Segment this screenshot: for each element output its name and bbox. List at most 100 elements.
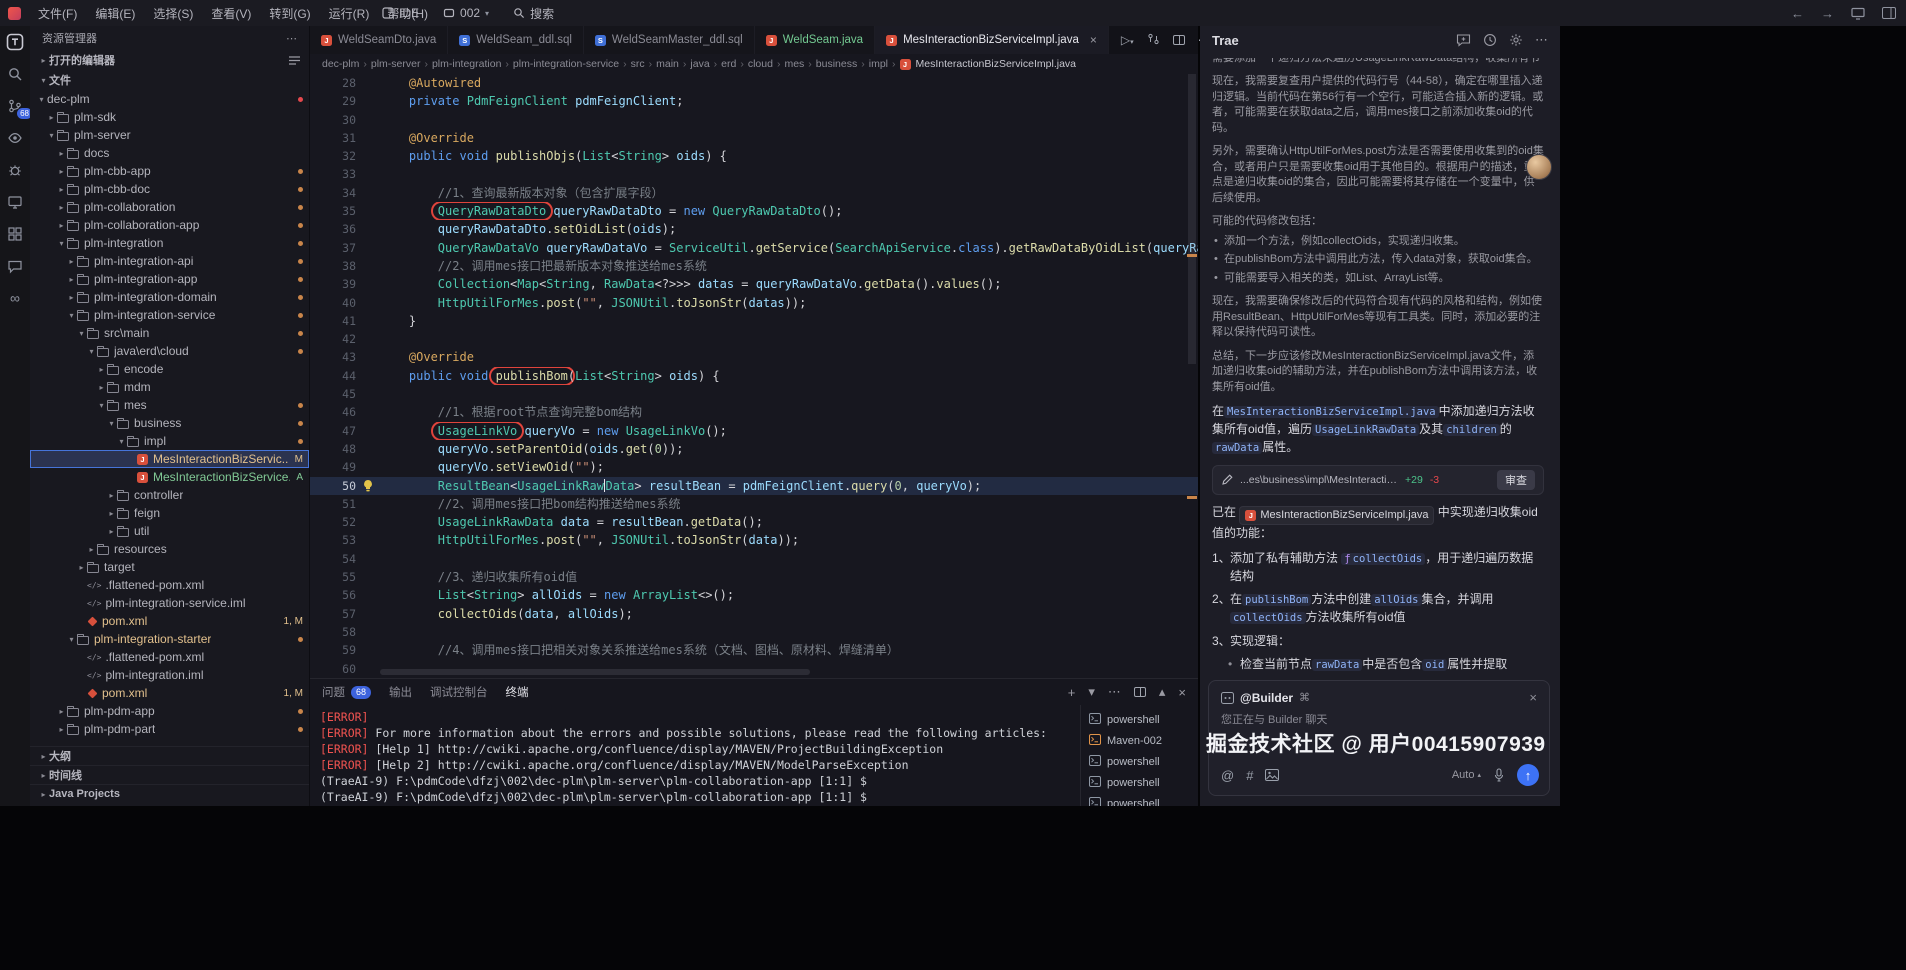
assistant-more-icon[interactable]: ⋯ <box>1535 32 1548 48</box>
menu-item[interactable]: 文件(F) <box>29 0 86 26</box>
code-line[interactable]: 46 //1、根据root节点查询完整bom结构 <box>310 403 1198 421</box>
terminal-list-item[interactable]: powershell <box>1081 751 1198 772</box>
line-number[interactable]: 59 <box>310 641 356 659</box>
image-attach-icon[interactable] <box>1265 769 1279 781</box>
code-line[interactable]: 29 private PdmFeignClient pdmFeignClient… <box>310 92 1198 110</box>
line-number[interactable]: 34 <box>310 184 356 202</box>
close-icon[interactable]: × <box>1529 690 1537 705</box>
tree-item[interactable]: ▸encode <box>30 360 309 378</box>
code-line[interactable]: 44 public void publishBom(List<String> o… <box>310 367 1198 385</box>
line-number[interactable]: 41 <box>310 312 356 330</box>
editor-scrollbar[interactable] <box>1188 74 1196 364</box>
line-number[interactable]: 57 <box>310 605 356 623</box>
close-tab-icon[interactable]: × <box>1090 33 1097 47</box>
workspace-selector[interactable]: 002 ▾ <box>443 6 489 20</box>
extensions-icon[interactable] <box>6 225 24 243</box>
tree-item[interactable]: ▸controller <box>30 486 309 504</box>
tree-item[interactable]: ▾plm-server <box>30 126 309 144</box>
line-number[interactable]: 40 <box>310 294 356 312</box>
code-line[interactable]: 35 QueryRawDataDto queryRawDataDto = new… <box>310 202 1198 220</box>
menu-item[interactable]: 查看(V) <box>202 0 260 26</box>
line-number[interactable]: 38 <box>310 257 356 275</box>
line-number[interactable]: 28 <box>310 74 356 92</box>
method-chip[interactable]: ƒcollectOids <box>1341 553 1425 565</box>
code-line[interactable]: 58 <box>310 623 1198 641</box>
tree-item[interactable]: ▸plm-integration-app <box>30 270 309 288</box>
debug-icon[interactable] <box>6 161 24 179</box>
tree-item[interactable]: ▾impl <box>30 432 309 450</box>
java-projects-section[interactable]: ▸Java Projects <box>30 784 309 803</box>
screen-icon[interactable] <box>1851 7 1865 20</box>
global-search[interactable]: 搜索 <box>513 5 554 22</box>
line-number[interactable]: 35 <box>310 202 356 220</box>
line-number[interactable]: 51 <box>310 495 356 513</box>
tree-item[interactable]: ▸plm-sdk <box>30 108 309 126</box>
breadcrumb-item[interactable]: cloud <box>748 58 773 70</box>
code-line[interactable]: 54 <box>310 550 1198 568</box>
terminal-output[interactable]: [ERROR] [ERROR] For more information abo… <box>310 705 1080 806</box>
line-number[interactable]: 43 <box>310 348 356 366</box>
code-line[interactable]: 30 <box>310 111 1198 129</box>
tree-item[interactable]: ▸plm-pdm-part <box>30 720 309 738</box>
code-line[interactable]: 36 queryRawDataDto.setOidList(oids); <box>310 220 1198 238</box>
model-auto-select[interactable]: Auto▴ <box>1452 769 1481 781</box>
tree-item[interactable]: ▸plm-cbb-doc <box>30 180 309 198</box>
line-number[interactable]: 60 <box>310 660 356 678</box>
tree-item[interactable]: ▸plm-collaboration-app <box>30 216 309 234</box>
line-number[interactable]: 31 <box>310 129 356 147</box>
breadcrumb-item[interactable]: mes <box>784 58 804 70</box>
ide-mode-switch[interactable]: IDE <box>382 6 419 20</box>
chat-scroll-area[interactable]: 需要添加一个递归方法来遍历UsageLinkRawData结构，收集所有节点的o… <box>1200 54 1560 678</box>
file-change-card[interactable]: ...es\business\impl\MesInteractionBizSer… <box>1212 465 1544 495</box>
line-number[interactable]: 49 <box>310 458 356 476</box>
new-chat-icon[interactable] <box>1456 33 1471 47</box>
tree-item[interactable]: ▸plm-collaboration <box>30 198 309 216</box>
tree-item[interactable]: ▾mes <box>30 396 309 414</box>
tree-item[interactable]: ▾business <box>30 414 309 432</box>
breadcrumb-item[interactable]: business <box>816 58 857 70</box>
breadcrumb-item[interactable]: plm-integration-service <box>513 58 619 70</box>
tree-item[interactable]: ▾plm-integration <box>30 234 309 252</box>
line-number[interactable]: 33 <box>310 165 356 183</box>
split-editor-icon[interactable] <box>1173 35 1185 45</box>
diff-icon[interactable] <box>1147 33 1160 48</box>
editor-layout-icon[interactable] <box>288 55 301 66</box>
line-number[interactable]: 55 <box>310 568 356 586</box>
tree-item[interactable]: </>plm-integration.iml <box>30 666 309 684</box>
panel-tab[interactable]: 输出 <box>389 684 412 700</box>
files-section[interactable]: ▾ 文件 <box>30 70 309 90</box>
pipeline-icon[interactable]: ∞ <box>6 289 24 307</box>
breadcrumb-item[interactable]: dec-plm <box>322 58 359 70</box>
maximize-panel-icon[interactable]: ▴ <box>1159 684 1166 700</box>
mention-icon[interactable]: @ <box>1221 768 1234 783</box>
breadcrumb-item[interactable]: erd <box>721 58 736 70</box>
code-line[interactable]: 37 QueryRawDataVo queryRawDataVo = Servi… <box>310 239 1198 257</box>
terminal-list-item[interactable]: powershell <box>1081 772 1198 793</box>
open-editors-section[interactable]: ▸ 打开的编辑器 <box>30 50 309 70</box>
code-line[interactable]: 56 List<String> allOids = new ArrayList<… <box>310 586 1198 604</box>
line-number[interactable]: 36 <box>310 220 356 238</box>
nav-back-icon[interactable]: ← <box>1791 6 1804 21</box>
terminal-dropdown-icon[interactable]: ▾ <box>1088 684 1095 700</box>
tree-item[interactable]: pom.xml1, M <box>30 684 309 702</box>
source-control-icon[interactable]: 68 <box>6 97 24 115</box>
review-button[interactable]: 审查 <box>1497 470 1535 490</box>
line-number[interactable]: 32 <box>310 147 356 165</box>
menu-item[interactable]: 运行(R) <box>320 0 379 26</box>
code-line[interactable]: 55 //3、递归收集所有oid值 <box>310 568 1198 586</box>
timeline-section[interactable]: ▸时间线 <box>30 765 309 784</box>
editor-hscrollbar[interactable] <box>380 669 810 675</box>
tree-item[interactable]: ▸plm-integration-api <box>30 252 309 270</box>
file-chip[interactable]: JMesInteractionBizServiceImpl.java <box>1239 506 1434 525</box>
editor-tab[interactable]: JWeldSeamDto.java <box>310 26 448 54</box>
tree-item[interactable]: pom.xml1, M <box>30 612 309 630</box>
line-number[interactable]: 45 <box>310 385 356 403</box>
search-icon[interactable] <box>6 65 24 83</box>
chat-icon[interactable] <box>6 257 24 275</box>
code-line[interactable]: 41 } <box>310 312 1198 330</box>
tree-item[interactable]: JMesInteractionBizService.j...A <box>30 468 309 486</box>
tree-item[interactable]: ▸mdm <box>30 378 309 396</box>
tree-item[interactable]: ▸plm-pdm-app <box>30 702 309 720</box>
code-line[interactable]: 32 public void publishObjs(List<String> … <box>310 147 1198 165</box>
tree-item[interactable]: ▸target <box>30 558 309 576</box>
